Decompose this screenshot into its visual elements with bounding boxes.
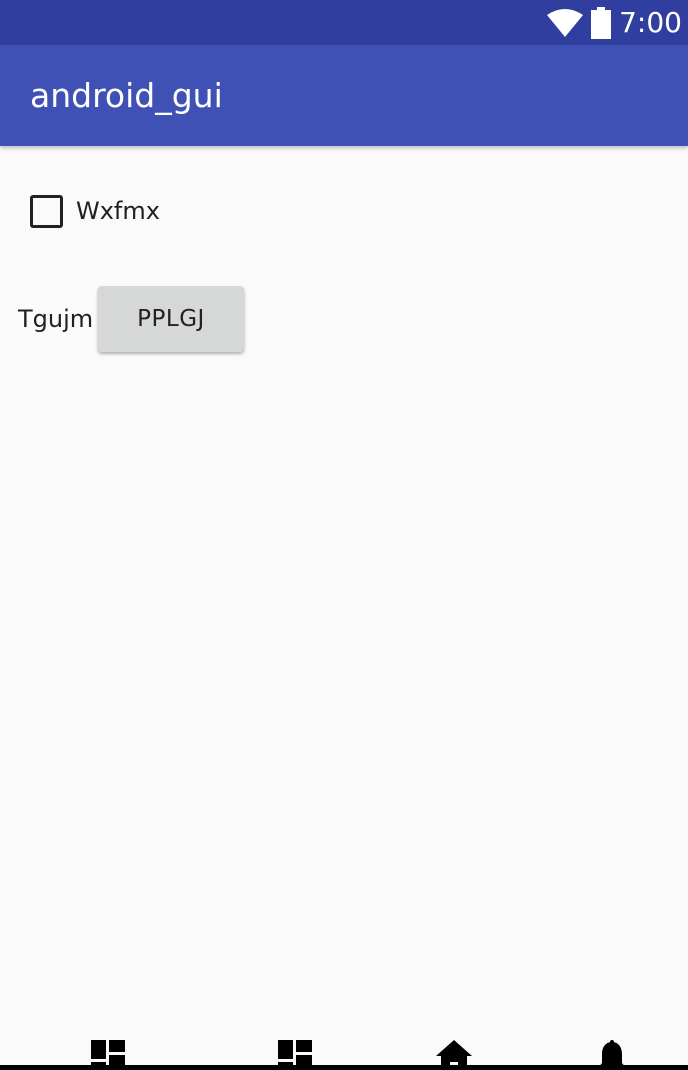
screen: 7:00 android_gui Wxfmx Tgujm PPLGJ (0, 0, 688, 1070)
field-label: Tgujm (18, 305, 94, 333)
battery-icon (591, 6, 612, 39)
nav-notifications[interactable] (592, 1040, 632, 1070)
home-icon (436, 1040, 472, 1070)
app-title: android_gui (30, 76, 223, 115)
wifi-icon (547, 8, 584, 37)
nav-dashboard-1[interactable] (88, 1040, 128, 1070)
bottom-nav (0, 1018, 688, 1070)
nav-dashboard-2[interactable] (275, 1040, 315, 1070)
status-icons: 7:00 (547, 0, 682, 45)
checkbox-label: Wxfmx (76, 197, 160, 225)
notifications-icon (596, 1040, 628, 1070)
dashboard-icon (91, 1040, 125, 1070)
checkbox-box[interactable] (30, 194, 63, 228)
status-bar: 7:00 (0, 0, 688, 45)
pplgj-button[interactable]: PPLGJ (98, 286, 244, 352)
app-bar: android_gui (0, 45, 688, 146)
status-time: 7:00 (619, 6, 682, 39)
nav-home[interactable] (434, 1040, 474, 1070)
dashboard-icon (278, 1040, 312, 1070)
wxfmx-checkbox[interactable]: Wxfmx (30, 193, 160, 229)
